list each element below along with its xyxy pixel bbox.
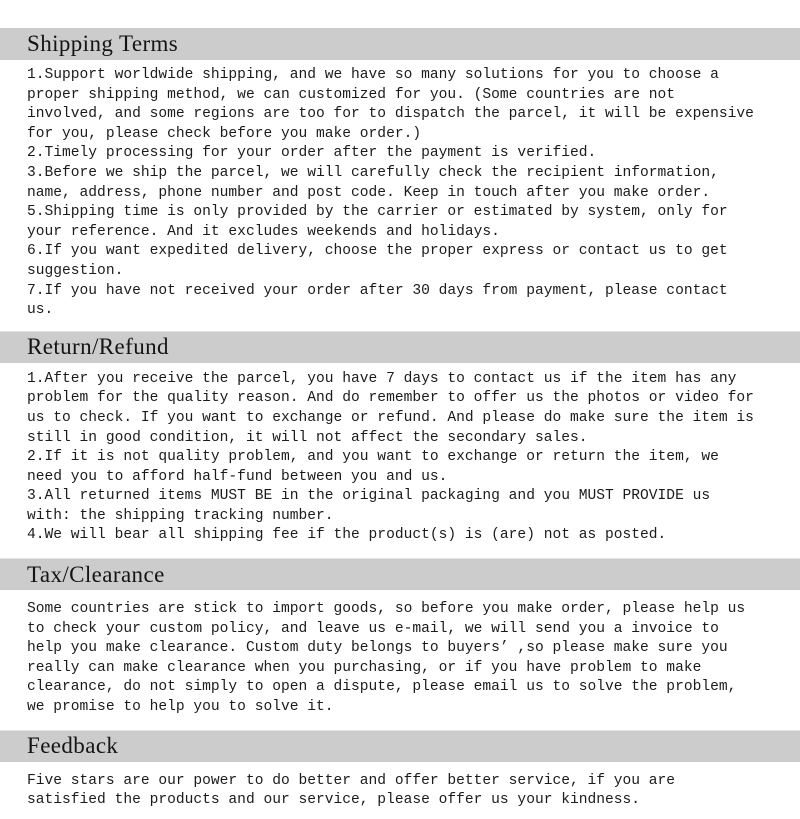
section-title-tax-clearance: Tax/Clearance bbox=[27, 561, 165, 587]
body-line: 2.Timely processing for your order after… bbox=[27, 145, 597, 162]
section-body-shipping-terms: 1.Support worldwide shipping, and we hav… bbox=[0, 60, 800, 331]
body-line: to check your custom policy, and leave u… bbox=[27, 620, 719, 637]
body-line: satisfied the products and our service, … bbox=[27, 792, 641, 809]
body-line: help you make clearance. Custom duty bel… bbox=[27, 640, 728, 657]
body-line: still in good condition, it will not aff… bbox=[27, 429, 588, 446]
body-line: 3.Before we ship the parcel, we will car… bbox=[27, 164, 719, 181]
body-line: your reference. And it excludes weekends… bbox=[27, 223, 500, 240]
body-line: proper shipping method, we can customize… bbox=[27, 86, 676, 103]
body-line: really can make clearance when you purch… bbox=[27, 659, 702, 676]
top-spacer bbox=[0, 0, 800, 28]
body-line: name, address, phone number and post cod… bbox=[27, 184, 711, 201]
section-tax-clearance: Tax/Clearance Some countries are stick t… bbox=[0, 558, 800, 730]
body-line: clearance, do not simply to open a dispu… bbox=[27, 679, 737, 696]
section-return-refund: Return/Refund 1.After you receive the pa… bbox=[0, 330, 800, 558]
section-header-return-refund: Return/Refund bbox=[0, 330, 800, 363]
body-line: 7.If you have not received your order af… bbox=[27, 282, 728, 299]
body-line: problem for the quality reason. And do r… bbox=[27, 390, 754, 407]
body-line: involved, and some regions are too for t… bbox=[27, 106, 754, 123]
body-line: 1.Support worldwide shipping, and we hav… bbox=[27, 67, 719, 83]
section-feedback: Feedback Five stars are our power to do … bbox=[0, 729, 800, 819]
section-header-feedback: Feedback bbox=[0, 729, 800, 762]
body-line: 6.If you want expedited delivery, choose… bbox=[27, 243, 728, 260]
body-line: us. bbox=[27, 302, 54, 319]
body-line: 5.Shipping time is only provided by the … bbox=[27, 204, 728, 221]
body-line: 3.All returned items MUST BE in the orig… bbox=[27, 488, 711, 505]
section-title-feedback: Feedback bbox=[27, 733, 119, 759]
body-line: us to check. If you want to exchange or … bbox=[27, 409, 754, 426]
section-header-shipping-terms: Shipping Terms bbox=[0, 28, 800, 60]
section-body-return-refund: 1.After you receive the parcel, you have… bbox=[0, 363, 800, 558]
section-shipping-terms: Shipping Terms 1.Support worldwide shipp… bbox=[0, 28, 800, 331]
body-line: need you to afford half-fund between you… bbox=[27, 468, 448, 485]
section-body-tax-clearance: Some countries are stick to import goods… bbox=[0, 590, 800, 730]
section-title-return-refund: Return/Refund bbox=[27, 334, 169, 360]
body-line: for you, please check before you make or… bbox=[27, 125, 422, 142]
section-body-feedback: Five stars are our power to do better an… bbox=[0, 762, 800, 819]
body-line: Some countries are stick to import goods… bbox=[27, 601, 746, 618]
body-line: we promise to help you to solve it. bbox=[27, 699, 334, 716]
body-line: suggestion. bbox=[27, 262, 124, 279]
policy-document-page: Shipping Terms 1.Support worldwide shipp… bbox=[0, 0, 800, 808]
body-line: 2.If it is not quality problem, and you … bbox=[27, 449, 719, 466]
section-header-tax-clearance: Tax/Clearance bbox=[0, 558, 800, 591]
body-line: with: the shipping tracking number. bbox=[27, 507, 334, 524]
body-line: 4.We will bear all shipping fee if the p… bbox=[27, 527, 667, 544]
body-line: 1.After you receive the parcel, you have… bbox=[27, 370, 737, 387]
body-line: Five stars are our power to do better an… bbox=[27, 772, 676, 789]
section-title-shipping-terms: Shipping Terms bbox=[27, 31, 179, 56]
